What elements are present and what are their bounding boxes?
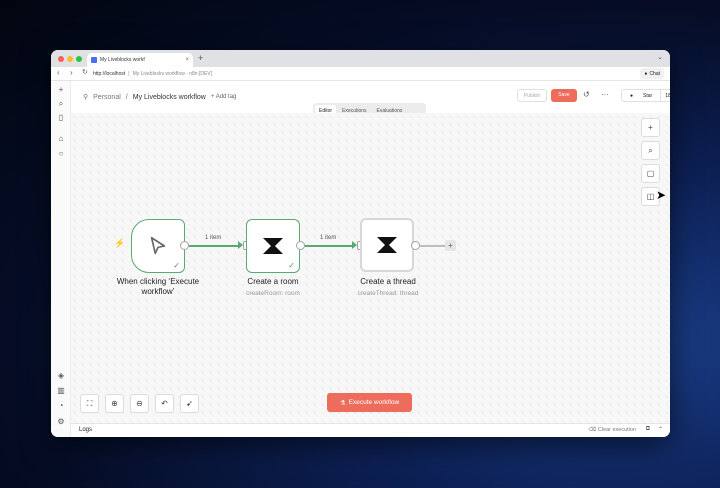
home-icon[interactable]: ⌂ <box>56 134 66 144</box>
chat-icon: ● <box>644 70 648 77</box>
save-button[interactable]: Save <box>551 89 577 102</box>
minimize-window-button[interactable] <box>67 56 73 62</box>
insights-icon[interactable]: ▥ <box>56 386 66 396</box>
add-tag-link[interactable]: + Add tag <box>211 94 237 100</box>
help-icon[interactable]: ◔ <box>56 401 66 411</box>
view-tabs: Editor Executions Evaluations <box>313 103 426 118</box>
breadcrumb-personal[interactable]: Personal <box>93 94 121 101</box>
panel-icon[interactable]: ▯ <box>56 113 66 123</box>
url-page-title: My Liveblocks workflow - n8n [DEV] <box>132 71 213 77</box>
browser-window: My Liveblocks workf × + ⌄ ‹ › ↻ http://l… <box>51 50 670 437</box>
new-tab-icon[interactable]: + <box>198 53 203 63</box>
browser-tab[interactable]: My Liveblocks workf × <box>87 53 193 67</box>
close-tab-icon[interactable]: × <box>185 57 189 63</box>
chevron-down-icon[interactable]: ⌄ <box>657 53 663 61</box>
shield-icon[interactable]: ◈ <box>56 371 66 381</box>
tab-executions[interactable]: Executions <box>338 105 370 117</box>
github-star[interactable]: ● Star <box>622 90 660 101</box>
favicon-icon <box>91 57 97 63</box>
chat-bubble-icon[interactable]: ○ <box>56 149 66 159</box>
forward-icon[interactable]: › <box>70 68 73 77</box>
reload-icon[interactable]: ↻ <box>82 68 88 76</box>
address-bar: ‹ › ↻ http://localhost | My Liveblocks w… <box>51 67 670 81</box>
github-icon: ● <box>630 92 634 99</box>
star-label: Star <box>643 92 653 99</box>
publish-button[interactable]: Publish <box>517 89 547 102</box>
search-icon[interactable]: ⌕ <box>56 99 66 109</box>
tab-strip: My Liveblocks workf × + ⌄ <box>51 50 670 67</box>
tab-evaluations[interactable]: Evaluations <box>373 105 407 117</box>
add-icon[interactable]: + <box>56 85 66 95</box>
history-icon[interactable]: ↺ <box>583 90 590 99</box>
chat-label: Chat <box>649 70 660 77</box>
chat-button[interactable]: ● Chat <box>640 68 664 79</box>
sidebar: + ⌕ ▯ ⌂ ○ ◈ ▥ ◔ ⚙ <box>51 81 71 437</box>
back-icon[interactable]: ‹ <box>57 68 60 77</box>
personal-icon: ⚲ <box>83 94 89 101</box>
n8n-app: + ⌕ ▯ ⌂ ○ ◈ ▥ ◔ ⚙ ⚲ Personal / My Livebl… <box>51 81 670 437</box>
more-options-icon[interactable]: ··· <box>601 90 609 99</box>
star-count: 181,846 <box>660 90 670 101</box>
tab-editor[interactable]: Editor <box>315 104 337 117</box>
close-window-button[interactable] <box>58 56 64 62</box>
breadcrumb: ⚲ Personal / My Liveblocks workflow + Ad… <box>83 93 237 102</box>
url-separator: | <box>128 71 130 77</box>
maximize-window-button[interactable] <box>76 56 82 62</box>
settings-icon[interactable]: ⚙ <box>56 417 66 427</box>
tab-title: My Liveblocks workf <box>100 57 145 63</box>
workflow-name[interactable]: My Liveblocks workflow <box>133 94 206 101</box>
github-star-button[interactable]: ● Star 181,846 <box>621 89 670 102</box>
breadcrumb-separator: / <box>125 93 128 101</box>
url-field[interactable]: http://localhost | My Liveblocks workflo… <box>93 69 633 79</box>
url-host: http://localhost <box>93 71 126 77</box>
